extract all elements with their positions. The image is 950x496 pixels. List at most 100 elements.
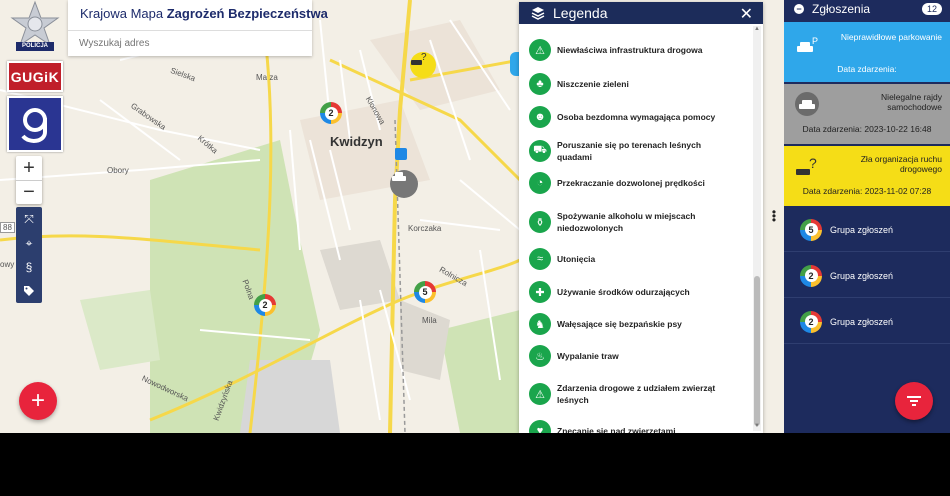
- legend-header: Legenda ✕: [519, 2, 763, 24]
- group-count: 2: [804, 315, 818, 328]
- layers-icon: [531, 7, 545, 20]
- close-icon[interactable]: ✕: [740, 4, 753, 24]
- report-date-value: 2023-11-02 07:28: [864, 186, 932, 196]
- legend-item: ♥ Znęcanie się nad zwierzętami: [529, 420, 737, 433]
- geoportal-logo[interactable]: [7, 96, 63, 152]
- legend-item-label: Niszczenie zieleni: [557, 79, 629, 89]
- report-date-value: 2023-10-22 16:48: [864, 124, 932, 134]
- group-cluster-icon: 2: [800, 264, 822, 287]
- scroll-down-icon[interactable]: ▼: [753, 423, 761, 431]
- report-card[interactable]: ? Zła organizacja ruchu drogowego Data z…: [784, 146, 950, 206]
- app-title-bold: Zagrożeń Bezpieczeństwa: [166, 6, 328, 21]
- reports-panel: − Zgłoszenia 12 P Nieprawidłowe parkowan…: [784, 0, 950, 433]
- legend-item-label: Niewłaściwa infrastruktura drogowa: [557, 45, 703, 55]
- group-label: Grupa zgłoszeń: [830, 316, 894, 327]
- filter-icon: [907, 396, 921, 406]
- animal-icon: ♥: [529, 420, 551, 433]
- fullscreen-icon[interactable]: ⤧: [16, 207, 42, 231]
- more-options-icon[interactable]: • • •: [771, 206, 777, 226]
- scroll-up-icon[interactable]: ▲: [753, 26, 761, 34]
- report-date-label: Data zdarzenia:: [802, 186, 863, 196]
- report-card[interactable]: Nielegalne rajdy samochodowe Data zdarze…: [784, 84, 950, 144]
- report-date: Data zdarzenia: 2023-10-22 16:48: [784, 124, 950, 134]
- tag-icon[interactable]: [16, 279, 42, 303]
- swim-icon: ≈: [529, 248, 551, 270]
- cluster-count: 2: [324, 106, 338, 120]
- app-title: Krajowa Mapa Zagrożeń Bezpieczeństwa: [80, 6, 328, 21]
- group-cluster-icon: 5: [800, 218, 822, 241]
- legend-item-label: Poruszanie się po terenach leśnych quada…: [557, 140, 702, 162]
- scrollbar-thumb[interactable]: [754, 276, 760, 426]
- collapse-icon[interactable]: −: [794, 4, 804, 14]
- fire-icon: ♨: [529, 345, 551, 367]
- legend-scrollbar[interactable]: ▲ ▼: [753, 26, 761, 431]
- legend-item: ☻ Osoba bezdomna wymagająca pomocy: [529, 106, 737, 128]
- search-input[interactable]: [68, 31, 312, 56]
- cluster-marker[interactable]: 2: [320, 102, 342, 124]
- zoom-out-button[interactable]: −: [16, 180, 42, 204]
- car-rally-icon[interactable]: [390, 170, 418, 198]
- legend-list[interactable]: ⚠ Niewłaściwa infrastruktura drogowa ♣ Nis…: [519, 24, 751, 433]
- report-title: Nielegalne rajdy samochodowe: [881, 92, 942, 112]
- report-group[interactable]: 2 Grupa zgłoszeń: [784, 254, 950, 298]
- legend-item: ⚱ Spożywanie alkoholu w miejscach niedozw…: [529, 210, 737, 234]
- cluster-count: 5: [418, 285, 432, 299]
- car-question-icon: ?: [796, 156, 817, 175]
- legend-item: ⛟ Poruszanie się po terenach leśnych quad…: [529, 139, 737, 163]
- road-icon: ⚠: [529, 39, 551, 61]
- report-group[interactable]: 5 Grupa zgłoszeń: [784, 208, 950, 252]
- cluster-marker[interactable]: 5: [414, 281, 436, 303]
- zoom-control: + −: [16, 156, 42, 204]
- legend-item: ◔ Przekraczanie dozwolonej prędkości: [529, 172, 737, 194]
- svg-text:P: P: [812, 36, 818, 46]
- group-cluster-icon: 2: [800, 310, 822, 333]
- person-icon: ☻: [529, 106, 551, 128]
- bottle-icon: ⚱: [529, 211, 551, 233]
- legend-item-label: Osoba bezdomna wymagająca pomocy: [557, 112, 716, 122]
- legend-item-label: Znęcanie się nad zwierzętami: [557, 426, 676, 433]
- report-group[interactable]: 2 Grupa zgłoszeń: [784, 300, 950, 344]
- report-date: Data zdarzenia: 2023-11-02 07:28: [784, 186, 950, 196]
- pills-icon: ✚: [529, 281, 551, 303]
- app-title-regular: Krajowa Mapa: [80, 6, 167, 21]
- map-label-malszewo: Ma za: [256, 73, 278, 82]
- legend-item: ♞ Wałęsające się bezpańskie psy: [529, 313, 737, 335]
- legend-title: Legenda: [553, 5, 608, 21]
- report-date: Data zdarzenia:: [784, 64, 950, 74]
- locate-icon[interactable]: ⌖: [16, 231, 42, 255]
- reports-panel-header[interactable]: − Zgłoszenia 12: [784, 0, 950, 18]
- reports-count-badge: 12: [921, 3, 942, 15]
- legend-item-label: Spożywanie alkoholu w miejscach niedozwo…: [557, 211, 696, 233]
- policja-logo: POLICJA: [6, 0, 64, 56]
- filter-button[interactable]: [895, 382, 933, 420]
- quad-icon: ⛟: [529, 140, 551, 162]
- map-city-label: Kwidzyn: [330, 134, 383, 149]
- report-card[interactable]: P Nieprawidłowe parkowanie Data zdarzeni…: [784, 22, 950, 82]
- app: Kwidzyn Obory Grabowska Nowodworska Ma z…: [0, 0, 950, 433]
- cluster-count: 2: [258, 298, 272, 312]
- dog-icon: ♞: [529, 313, 551, 335]
- map-label-mila: Mila: [422, 316, 437, 325]
- legend-item-label: Wałęsające się bezpańskie psy: [557, 319, 682, 329]
- legend-item-label: Wypalanie traw: [557, 351, 619, 361]
- policja-logo-text: POLICJA: [21, 43, 48, 49]
- paragraph-icon[interactable]: §: [16, 255, 42, 279]
- map-label-obory: Obory: [107, 166, 129, 175]
- report-date-label: Data zdarzenia:: [837, 64, 897, 74]
- svg-text:?: ?: [421, 52, 427, 63]
- report-title: Zła organizacja ruchu drogowego: [860, 154, 942, 174]
- cluster-marker[interactable]: 2: [254, 294, 276, 316]
- group-label: Grupa zgłoszeń: [830, 270, 894, 281]
- search-box: [68, 30, 312, 56]
- car-question-icon[interactable]: ?: [410, 52, 436, 78]
- legend-item-label: Przekraczanie dozwolonej prędkości: [557, 178, 705, 188]
- report-date-label: Data zdarzenia:: [802, 124, 863, 134]
- legend-item: ⚠ Niewłaściwa infrastruktura drogowa: [529, 39, 737, 61]
- legend-item: ≈ Utonięcia: [529, 248, 737, 270]
- gugik-logo[interactable]: GUGiK: [7, 61, 63, 92]
- train-station-icon: [395, 148, 407, 160]
- add-report-button[interactable]: +: [19, 382, 57, 420]
- zoom-in-button[interactable]: +: [16, 156, 42, 180]
- parking-car-icon: P: [797, 36, 818, 52]
- speed-icon: ◔: [529, 172, 551, 194]
